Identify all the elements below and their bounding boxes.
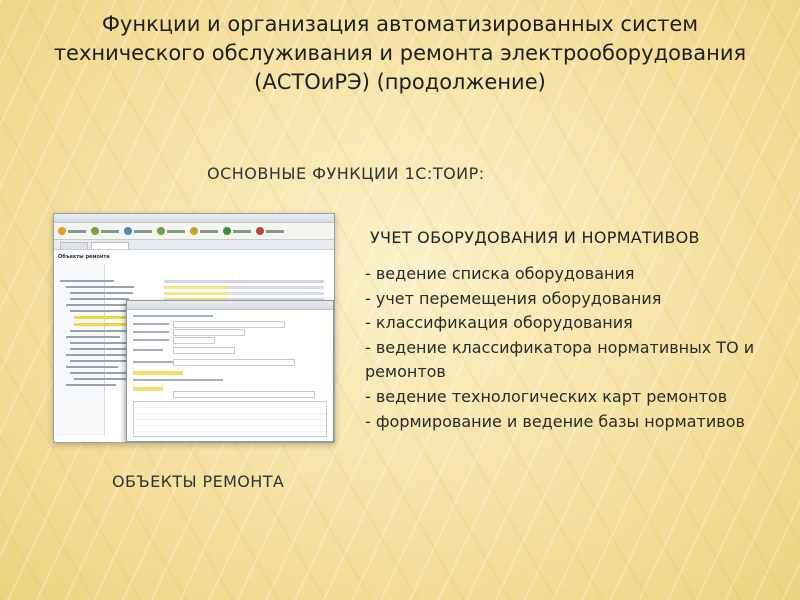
screenshot-tab-active — [91, 242, 129, 249]
title-line-1: Функции и организация автоматизированных… — [101, 12, 699, 36]
screenshot-toolbar — [54, 223, 334, 240]
list-item: - ведение списка оборудования — [365, 264, 635, 283]
screenshot-titlebar — [54, 214, 334, 223]
screenshot-tabs — [54, 240, 334, 250]
screenshot-tab — [60, 242, 88, 249]
list-item: - ведение классификатора нормативных ТО … — [365, 337, 755, 382]
title-line-2: технического обслуживания и ремонта элек… — [53, 41, 747, 65]
toolbar-icon — [58, 227, 66, 235]
toolbar-item — [223, 227, 251, 235]
toolbar-icon — [157, 227, 165, 235]
toolbar-item — [190, 227, 218, 235]
title-line-3: (АСТОиРЭ) (продолжение) — [254, 70, 546, 94]
repair-objects-screenshot: Объекты ремонта — [53, 213, 335, 443]
list-item: - ведение технологических карт ремонтов — [365, 386, 728, 406]
toolbar-icon — [91, 227, 99, 235]
toolbar-icon — [256, 227, 264, 235]
detail-window-table — [133, 401, 327, 437]
toolbar-item — [58, 227, 86, 235]
toolbar-icon — [190, 227, 198, 235]
toolbar-item — [256, 227, 284, 235]
toolbar-icon — [223, 227, 231, 235]
sub-heading: УЧЕТ ОБОРУДОВАНИЯ И НОРМАТИВОВ — [370, 228, 700, 247]
section-heading: ОСНОВНЫЕ ФУНКЦИИ 1С:ТОИР: — [207, 164, 485, 183]
list-item: - учет перемещения оборудования — [365, 288, 662, 308]
list-item: - формирование и ведение базы нормативов — [365, 411, 745, 431]
screenshot-detail-window — [126, 300, 334, 442]
function-list: - ведение списка оборудования - учет пер… — [365, 262, 785, 434]
list-item: - классификация оборудования — [365, 313, 633, 333]
screenshot-form-title: Объекты ремонта — [58, 254, 110, 260]
toolbar-item — [91, 227, 119, 235]
screenshot-caption: ОБЪЕКТЫ РЕМОНТА — [112, 472, 285, 491]
slide-title: Функции и организация автоматизированных… — [20, 10, 780, 97]
toolbar-item — [124, 227, 152, 235]
detail-window-titlebar — [127, 301, 333, 310]
toolbar-item — [157, 227, 185, 235]
toolbar-icon — [124, 227, 132, 235]
